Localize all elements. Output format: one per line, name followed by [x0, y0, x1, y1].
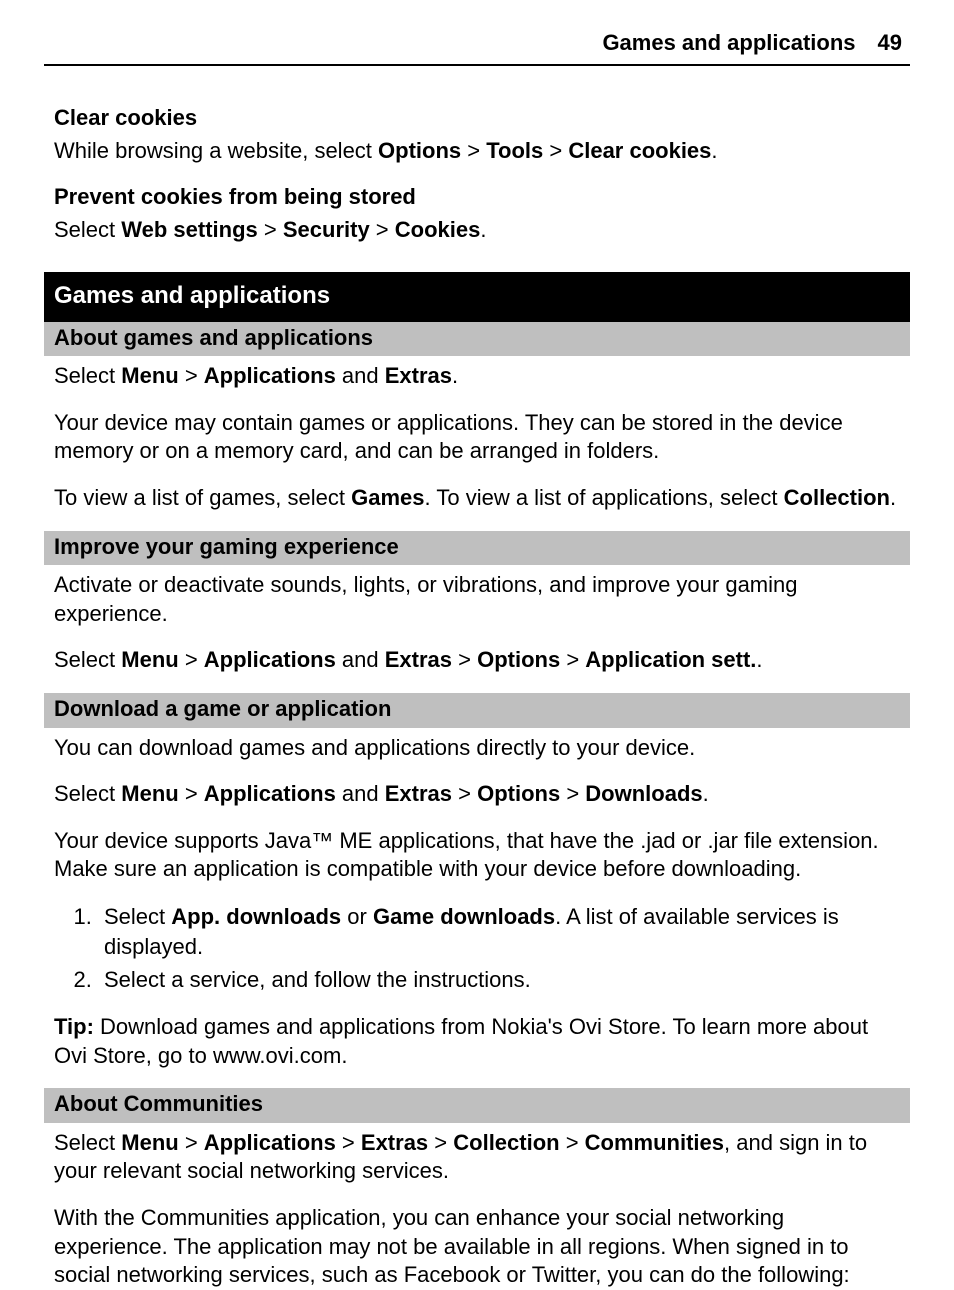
subsection-about-communities: About Communities — [44, 1088, 910, 1123]
section-title-games-and-applications: Games and applications — [44, 272, 910, 321]
download-steps: Select App. downloads or Game downloads.… — [54, 902, 900, 995]
menu-downloads: Downloads — [585, 781, 702, 806]
menu-clear-cookies: Clear cookies — [568, 138, 711, 163]
menu-games: Games — [351, 485, 424, 510]
para-improve-select: Select Menu > Applications and Extras > … — [54, 646, 900, 675]
para-download-java: Your device supports Java™ ME applicatio… — [54, 827, 900, 884]
subsection-download: Download a game or application — [44, 693, 910, 728]
para-about-games-select: Select Menu > Applications and Extras. — [54, 362, 900, 391]
menu-cookies: Cookies — [395, 217, 481, 242]
list-item: Select a service, and follow the instruc… — [98, 965, 900, 995]
para-prevent-cookies: Select Web settings > Security > Cookies… — [54, 216, 900, 245]
menu-security: Security — [283, 217, 370, 242]
para-clear-cookies: While browsing a website, select Options… — [54, 137, 900, 166]
para-improve-desc: Activate or deactivate sounds, lights, o… — [54, 571, 900, 628]
menu-extras: Extras — [385, 363, 452, 388]
para-download-select: Select Menu > Applications and Extras > … — [54, 780, 900, 809]
menu-application-sett: Application sett. — [585, 647, 756, 672]
menu-applications: Applications — [204, 363, 336, 388]
menu-web-settings: Web settings — [121, 217, 258, 242]
para-about-games-view: To view a list of games, select Games. T… — [54, 484, 900, 513]
menu-app-downloads: App. downloads — [171, 904, 341, 929]
menu-communities: Communities — [585, 1130, 724, 1155]
menu-options: Options — [378, 138, 461, 163]
page: Games and applications 49 Clear cookies … — [0, 0, 954, 1258]
subsection-about-games: About games and applications — [44, 322, 910, 357]
header-title: Games and applications — [602, 30, 855, 56]
para-download-intro: You can download games and applications … — [54, 734, 900, 763]
para-communities-select: Select Menu > Applications > Extras > Co… — [54, 1129, 900, 1186]
menu-menu: Menu — [121, 363, 178, 388]
menu-tools: Tools — [486, 138, 543, 163]
para-tip: Tip: Download games and applications fro… — [54, 1013, 900, 1070]
menu-game-downloads: Game downloads — [373, 904, 555, 929]
menu-collection: Collection — [784, 485, 890, 510]
page-number: 49 — [878, 30, 902, 56]
tip-label: Tip: — [54, 1014, 100, 1039]
page-content: Clear cookies While browsing a website, … — [44, 104, 910, 1290]
heading-clear-cookies: Clear cookies — [54, 104, 900, 133]
heading-prevent-cookies: Prevent cookies from being stored — [54, 183, 900, 212]
subsection-improve-gaming: Improve your gaming experience — [44, 531, 910, 566]
para-communities-desc: With the Communities application, you ca… — [54, 1204, 900, 1290]
para-about-games-desc: Your device may contain games or applica… — [54, 409, 900, 466]
page-header: Games and applications 49 — [44, 30, 910, 66]
list-item: Select App. downloads or Game downloads.… — [98, 902, 900, 961]
